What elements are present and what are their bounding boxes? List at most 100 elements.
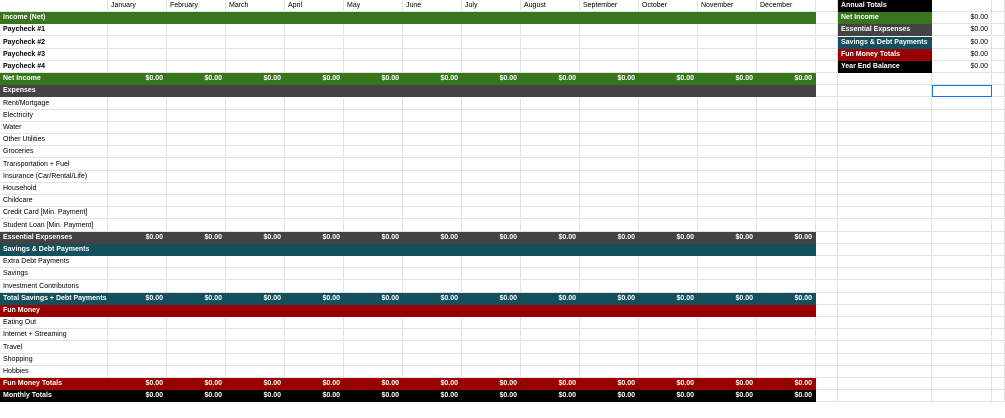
empty-cell[interactable]	[992, 329, 1005, 342]
savings-header-value[interactable]	[580, 244, 639, 256]
month-value-cell[interactable]	[698, 24, 757, 37]
empty-cell[interactable]	[932, 146, 992, 159]
empty-cell[interactable]	[932, 122, 992, 134]
empty-cell[interactable]	[838, 158, 932, 171]
month-value-cell[interactable]	[698, 256, 757, 269]
empty-cell[interactable]	[838, 231, 932, 244]
month-header-august[interactable]: August	[521, 0, 580, 12]
line-item-label[interactable]: Eating Out	[0, 317, 108, 330]
month-value-cell[interactable]	[639, 36, 698, 49]
essential-expenses-total-value[interactable]: $0.00	[226, 231, 285, 244]
month-value-cell[interactable]	[344, 256, 403, 269]
month-value-cell[interactable]	[639, 61, 698, 73]
empty-cell[interactable]	[992, 341, 1005, 354]
empty-cell[interactable]	[816, 256, 838, 269]
month-value-cell[interactable]	[639, 341, 698, 354]
empty-cell[interactable]	[838, 122, 932, 134]
empty-cell[interactable]	[838, 292, 932, 305]
line-item-label[interactable]: Extra Debt Payments	[0, 256, 108, 269]
month-value-cell[interactable]	[462, 109, 521, 122]
month-value-cell[interactable]	[580, 256, 639, 269]
expenses-header-value[interactable]	[462, 85, 521, 98]
month-value-cell[interactable]	[403, 207, 462, 220]
savings-header-value[interactable]	[757, 244, 816, 256]
empty-cell[interactable]	[992, 219, 1005, 232]
line-item-label[interactable]: Shopping	[0, 353, 108, 366]
savings-header-value[interactable]	[521, 244, 580, 256]
month-value-cell[interactable]	[521, 195, 580, 208]
month-value-cell[interactable]	[521, 122, 580, 134]
month-value-cell[interactable]	[344, 353, 403, 366]
savings-header-value[interactable]	[285, 244, 344, 256]
empty-cell[interactable]	[816, 390, 838, 403]
month-value-cell[interactable]	[167, 97, 226, 110]
month-value-cell[interactable]	[167, 134, 226, 147]
month-value-cell[interactable]	[344, 158, 403, 171]
fun-header-value[interactable]	[580, 305, 639, 317]
empty-cell[interactable]	[992, 366, 1005, 378]
month-value-cell[interactable]	[757, 341, 816, 354]
net-income-total-value[interactable]: $0.00	[285, 73, 344, 86]
month-value-cell[interactable]	[462, 36, 521, 49]
month-value-cell[interactable]	[462, 97, 521, 110]
essential-expenses-total-value[interactable]: $0.00	[521, 231, 580, 244]
month-value-cell[interactable]	[698, 366, 757, 378]
month-value-cell[interactable]	[757, 170, 816, 183]
empty-cell[interactable]	[992, 305, 1005, 317]
month-value-cell[interactable]	[462, 134, 521, 147]
empty-cell[interactable]	[932, 0, 992, 12]
fun-money-total-value[interactable]: $0.00	[344, 378, 403, 391]
month-value-cell[interactable]	[285, 97, 344, 110]
month-value-cell[interactable]	[344, 317, 403, 330]
empty-cell[interactable]	[992, 280, 1005, 293]
month-header-february[interactable]: February	[167, 0, 226, 12]
monthly-totals-value[interactable]: $0.00	[285, 390, 344, 403]
month-value-cell[interactable]	[226, 268, 285, 281]
selected-cell-outline[interactable]	[932, 85, 992, 98]
month-value-cell[interactable]	[521, 329, 580, 342]
month-value-cell[interactable]	[344, 24, 403, 37]
essential-expenses-total-value[interactable]: $0.00	[285, 231, 344, 244]
month-header-may[interactable]: May	[344, 0, 403, 12]
month-value-cell[interactable]	[580, 109, 639, 122]
month-value-cell[interactable]	[462, 146, 521, 159]
month-value-cell[interactable]	[285, 280, 344, 293]
month-value-cell[interactable]	[639, 170, 698, 183]
month-value-cell[interactable]	[462, 48, 521, 61]
empty-cell[interactable]	[932, 183, 992, 195]
month-value-cell[interactable]	[580, 146, 639, 159]
empty-cell[interactable]	[816, 109, 838, 122]
month-value-cell[interactable]	[108, 207, 167, 220]
month-value-cell[interactable]	[698, 195, 757, 208]
empty-cell[interactable]	[816, 73, 838, 86]
empty-cell[interactable]	[838, 378, 932, 391]
month-value-cell[interactable]	[757, 219, 816, 232]
month-value-cell[interactable]	[639, 268, 698, 281]
savings-total-label[interactable]: Total Savings + Debt Payments	[0, 292, 108, 305]
empty-cell[interactable]	[932, 73, 992, 86]
empty-cell[interactable]	[932, 292, 992, 305]
empty-cell[interactable]	[816, 231, 838, 244]
month-value-cell[interactable]	[639, 109, 698, 122]
month-value-cell[interactable]	[167, 158, 226, 171]
month-value-cell[interactable]	[108, 134, 167, 147]
essential-expenses-total-value[interactable]: $0.00	[344, 231, 403, 244]
savings-total-value[interactable]: $0.00	[580, 292, 639, 305]
line-item-label[interactable]: Savings	[0, 268, 108, 281]
month-value-cell[interactable]	[639, 195, 698, 208]
month-value-cell[interactable]	[698, 146, 757, 159]
month-value-cell[interactable]	[757, 109, 816, 122]
month-value-cell[interactable]	[462, 122, 521, 134]
month-value-cell[interactable]	[285, 24, 344, 37]
month-value-cell[interactable]	[580, 97, 639, 110]
month-value-cell[interactable]	[167, 24, 226, 37]
month-value-cell[interactable]	[108, 109, 167, 122]
month-value-cell[interactable]	[580, 207, 639, 220]
month-value-cell[interactable]	[698, 170, 757, 183]
expenses-header-value[interactable]	[521, 85, 580, 98]
month-header-november[interactable]: November	[698, 0, 757, 12]
monthly-totals-value[interactable]: $0.00	[462, 390, 521, 403]
month-value-cell[interactable]	[757, 146, 816, 159]
fun-money-total-value[interactable]: $0.00	[462, 378, 521, 391]
month-value-cell[interactable]	[639, 353, 698, 366]
